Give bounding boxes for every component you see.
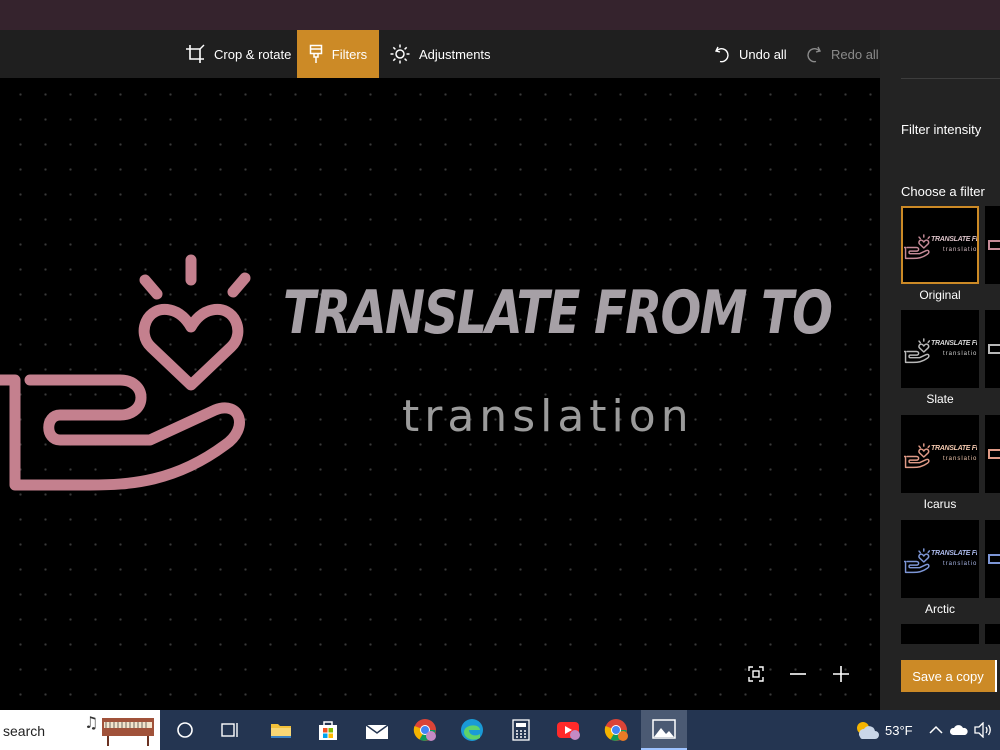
volume-button[interactable]: [972, 710, 994, 750]
calculator-button[interactable]: [505, 710, 537, 750]
youtube-button[interactable]: [552, 710, 586, 750]
taskbar: search ♫ 53°F: [0, 710, 1000, 750]
task-view-icon: [221, 723, 238, 737]
filter-thumbnail-partial[interactable]: [901, 624, 979, 644]
edge-button[interactable]: [455, 710, 489, 750]
chevron-up-icon: [929, 725, 943, 734]
redo-icon: [807, 46, 822, 63]
cloud-icon: [949, 725, 968, 735]
filter-name-label: Original: [919, 288, 961, 302]
cortana-button[interactable]: [170, 710, 200, 750]
image-subtitle-text: translation: [402, 391, 694, 442]
show-hidden-icons-button[interactable]: [926, 710, 946, 750]
filter-thumbnail: TRANSLATE FROM TO translation: [901, 206, 979, 284]
thumbnail-subtitle-text: translation: [943, 561, 979, 567]
filter-thumbnail-peek[interactable]: [985, 520, 1000, 598]
choose-filter-label: Choose a filter: [901, 184, 985, 199]
crop-rotate-button[interactable]: Crop & rotate: [185, 30, 291, 78]
undo-all-label: Undo all: [739, 46, 787, 62]
hand-heart-icon: [904, 548, 931, 574]
hand-heart-icon: [904, 338, 931, 364]
filter-option-arctic[interactable]: TRANSLATE FROM TO translation Arctic: [901, 520, 979, 616]
zoom-out-button[interactable]: [789, 666, 807, 687]
chrome-button[interactable]: [408, 710, 442, 750]
editor-toolbar: Crop & rotate Filters Adjustments Undo a…: [0, 30, 880, 78]
thumbnail-title-text: TRANSLATE FROM TO: [931, 236, 977, 243]
filter-name-label: Icarus: [923, 497, 957, 511]
thumbnail-subtitle-text: translation: [943, 456, 979, 462]
filter-thumbnail-peek[interactable]: [985, 415, 1000, 493]
weather-sun-cloud-icon: [857, 722, 879, 739]
mail-button[interactable]: [360, 710, 394, 750]
photos-app-button[interactable]: [641, 710, 687, 750]
weather-button[interactable]: [852, 710, 882, 750]
filter-thumbnail: TRANSLATE FROM TO translation: [901, 520, 979, 598]
filter-name-label: Arctic: [925, 602, 955, 616]
filter-intensity-label: Filter intensity: [901, 122, 982, 137]
task-view-button[interactable]: [215, 710, 245, 750]
photos-icon: [652, 719, 676, 739]
filter-thumbnail: TRANSLATE FROM TO translation: [901, 415, 979, 493]
image-canvas[interactable]: TRANSLATE FROM TO translation: [0, 78, 880, 710]
window-title-bar: [0, 0, 1000, 30]
filter-option-original[interactable]: TRANSLATE FROM TO translation Original: [901, 206, 979, 302]
panel-divider: [901, 78, 1000, 79]
search-text: search: [3, 723, 46, 739]
temperature-text: 53°F: [885, 723, 913, 738]
redo-all-button[interactable]: Redo all: [806, 30, 879, 78]
video-play-icon: [557, 722, 580, 740]
taskbar-search-box[interactable]: search ♫: [0, 710, 160, 750]
folder-icon: [271, 724, 291, 738]
hand-heart-icon: [904, 234, 931, 260]
thumbnail-subtitle-text: translation: [943, 247, 979, 253]
svg-text:♫: ♫: [84, 713, 98, 732]
hand-heart-logo: [0, 254, 251, 491]
chrome-icon: [604, 719, 628, 741]
file-explorer-button[interactable]: [265, 710, 297, 750]
adjustments-label: Adjustments: [419, 46, 491, 62]
thumbnail-title-text: TRANSLATE FROM TO: [931, 445, 977, 452]
filter-option-slate[interactable]: TRANSLATE FROM TO translation Slate: [901, 310, 979, 406]
fit-screen-icon: [748, 666, 764, 682]
store-bag-icon: [319, 721, 337, 740]
mail-icon: [365, 724, 389, 739]
filter-brush-icon: [309, 44, 323, 63]
fit-to-screen-button[interactable]: [748, 666, 764, 687]
undo-all-button[interactable]: Undo all: [714, 30, 787, 78]
undo-icon: [714, 46, 729, 63]
brightness-icon: [390, 44, 410, 64]
filters-label: Filters: [331, 46, 368, 62]
music-piano-icon: ♫: [84, 713, 154, 746]
minus-icon: [790, 673, 806, 675]
edge-icon: [461, 719, 483, 741]
filter-panel: Filter intensity Choose a filter TRANSLA…: [880, 30, 1000, 710]
filters-button[interactable]: Filters: [297, 30, 379, 78]
redo-all-label: Redo all: [831, 46, 879, 62]
save-copy-button[interactable]: Save a copy: [901, 660, 997, 692]
crop-rotate-label: Crop & rotate: [214, 46, 292, 62]
thumbnail-title-text: TRANSLATE FROM TO: [931, 340, 977, 347]
filter-thumbnail-peek[interactable]: [985, 310, 1000, 388]
filter-thumbnail: TRANSLATE FROM TO translation: [901, 310, 979, 388]
onedrive-button[interactable]: [948, 710, 970, 750]
chrome-profile-button[interactable]: [600, 710, 634, 750]
thumbnail-title-text: TRANSLATE FROM TO: [931, 550, 977, 557]
thumbnail-subtitle-text: translation: [943, 351, 979, 357]
hand-heart-icon: [904, 443, 931, 469]
filter-thumbnail-peek[interactable]: [985, 206, 1000, 284]
speaker-icon: [974, 722, 991, 738]
plus-icon: [833, 666, 849, 682]
image-title-text: TRANSLATE FROM TO: [283, 278, 833, 348]
filter-option-icarus[interactable]: TRANSLATE FROM TO translation Icarus: [901, 415, 979, 511]
cortana-circle-icon: [177, 722, 193, 738]
adjustments-button[interactable]: Adjustments: [390, 30, 491, 78]
filter-name-label: Slate: [926, 392, 954, 406]
crop-icon: [186, 44, 205, 63]
calculator-icon: [512, 719, 530, 741]
filter-thumbnail-peek[interactable]: [985, 624, 1000, 644]
chrome-icon: [413, 719, 436, 741]
zoom-in-button[interactable]: [832, 666, 850, 687]
microsoft-store-button[interactable]: [312, 710, 344, 750]
